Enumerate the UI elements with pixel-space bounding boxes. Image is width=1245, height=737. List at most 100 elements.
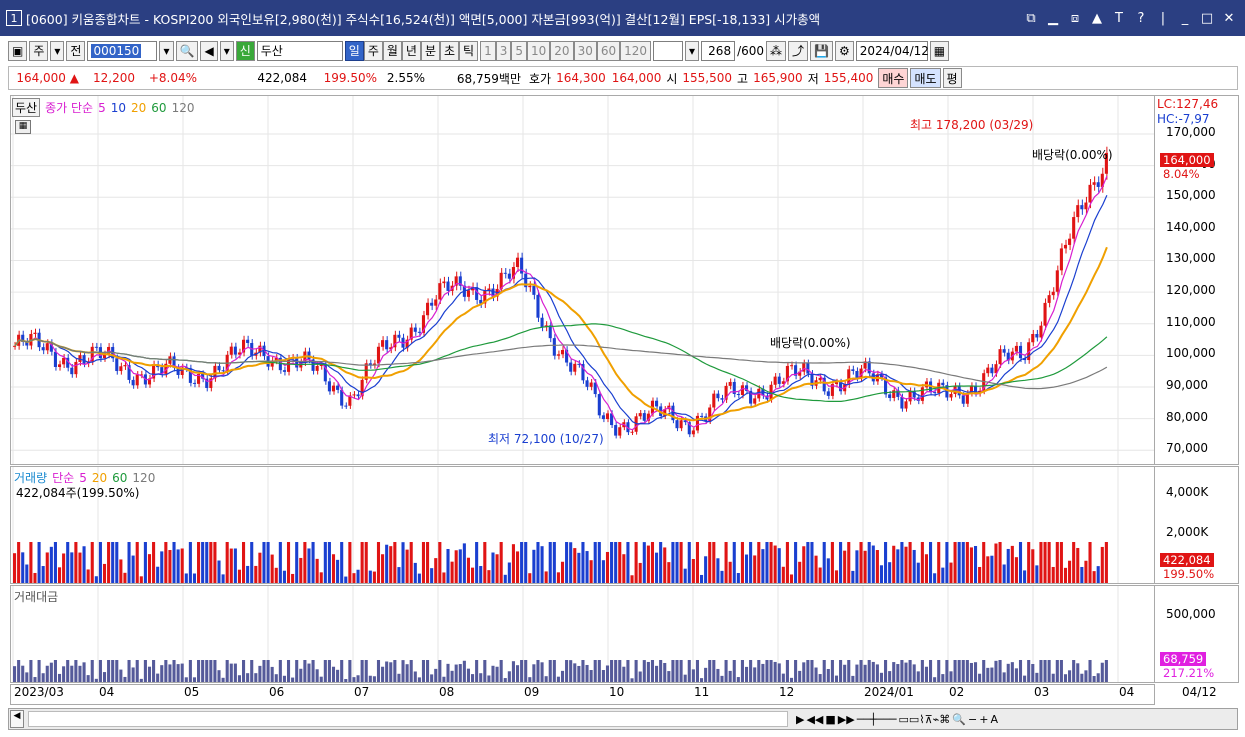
main-button[interactable]: 주 xyxy=(29,40,49,61)
tab-year[interactable]: 년 xyxy=(401,40,421,61)
legend-ma120[interactable]: 120 xyxy=(172,101,195,115)
maximize-icon[interactable]: □ xyxy=(1199,11,1215,26)
legend-ma60[interactable]: 60 xyxy=(151,101,166,115)
search-icon[interactable]: 🔍 xyxy=(175,40,199,61)
volume-pane[interactable] xyxy=(10,466,1155,584)
plus-icon[interactable]: + xyxy=(979,713,988,726)
amount-bar xyxy=(986,667,990,682)
scroll-thumb[interactable] xyxy=(28,711,788,727)
date-input[interactable]: 2024/04/12 xyxy=(855,40,929,61)
price-pane[interactable] xyxy=(10,95,1155,465)
interval-20[interactable]: 20 xyxy=(550,40,574,61)
amount-bar xyxy=(916,671,920,682)
scroll-left-icon[interactable]: ◀ xyxy=(10,710,24,728)
restore-doc-icon[interactable]: ⧈ xyxy=(1067,11,1083,26)
stock-name-field[interactable]: 두산 xyxy=(256,40,343,61)
legend-ma10[interactable]: 10 xyxy=(111,101,126,115)
amount-chart[interactable] xyxy=(11,586,1155,683)
volume-bar xyxy=(720,570,724,583)
interval-dropdown-icon[interactable]: ▾ xyxy=(685,40,700,61)
tab-day[interactable]: 일 xyxy=(344,40,364,61)
volume-ma20[interactable]: 20 xyxy=(92,471,107,485)
volume-ma120[interactable]: 120 xyxy=(132,471,155,485)
layout-icons[interactable]: ▭▭⌇⊼⌁⌘ xyxy=(898,713,950,726)
zoom-slider[interactable]: ──┼─── xyxy=(857,713,897,726)
gear-icon[interactable]: ⚙ xyxy=(835,40,854,61)
minus-icon[interactable]: − xyxy=(968,713,977,726)
indicator-icon[interactable]: ⁂ xyxy=(766,40,787,61)
volume-bar xyxy=(843,550,847,583)
candle xyxy=(736,394,740,396)
tab-week[interactable]: 주 xyxy=(363,40,383,61)
volume-bar xyxy=(773,545,777,583)
volume-bar xyxy=(973,545,978,583)
count-input[interactable]: 268 xyxy=(701,40,736,61)
rewind-icon[interactable]: ◀◀ xyxy=(806,713,823,726)
buy-button[interactable]: 매수 xyxy=(878,68,909,88)
trend-icon[interactable]: ⤴ xyxy=(788,40,809,61)
speaker-icon[interactable]: ◀ xyxy=(200,40,218,61)
pin-icon[interactable]: ▲ xyxy=(1089,11,1105,26)
tab-tick[interactable]: 틱 xyxy=(459,40,479,61)
volume-bar xyxy=(364,542,368,583)
stop-icon[interactable]: ■ xyxy=(825,713,835,726)
font-size-icon[interactable]: A xyxy=(990,713,998,726)
candle xyxy=(773,376,777,385)
scrollbar[interactable]: ◀ ▶ ◀◀ ■ ▶▶ ──┼─── ▭▭⌇⊼⌁⌘ 🔍 − + A xyxy=(8,708,1238,730)
interval-120[interactable]: 120 xyxy=(620,40,652,61)
volume-ma5[interactable]: 5 xyxy=(79,471,87,485)
legend-ma-label[interactable]: 종가 단순 xyxy=(45,99,93,116)
custom-interval-input[interactable] xyxy=(653,40,684,61)
interval-30[interactable]: 30 xyxy=(573,40,597,61)
amount-pane[interactable] xyxy=(10,585,1155,683)
tab-minute[interactable]: 분 xyxy=(420,40,440,61)
interval-1[interactable]: 1 xyxy=(480,40,496,61)
code-dropdown-icon[interactable]: ▾ xyxy=(159,40,174,61)
eval-button[interactable]: 평 xyxy=(942,68,962,88)
price-chart[interactable] xyxy=(11,96,1155,465)
price-legend: 두산 종가 단순 5 10 20 60 120 xyxy=(12,98,194,117)
prev-button[interactable]: 전 xyxy=(66,40,86,61)
dropdown-icon[interactable]: ▾ xyxy=(219,40,234,61)
amount-bar xyxy=(961,660,965,682)
legend-ma5[interactable]: 5 xyxy=(98,101,106,115)
volume-bar xyxy=(520,542,524,583)
save-icon[interactable]: 💾 xyxy=(810,40,833,61)
volume-bar xyxy=(847,542,851,583)
tab-second[interactable]: 초 xyxy=(440,40,460,61)
interval-5[interactable]: 5 xyxy=(511,40,528,61)
sell-button[interactable]: 매도 xyxy=(910,68,941,88)
minimize-doc-icon[interactable]: ▁ xyxy=(1045,11,1061,26)
volume-bar xyxy=(503,574,507,583)
stock-code-input[interactable]: 000150 xyxy=(87,40,158,61)
calendar-icon[interactable]: ▦ xyxy=(929,40,950,61)
grid-table-icon[interactable]: ▦ xyxy=(15,120,31,134)
play-icon[interactable]: ▶ xyxy=(796,713,804,726)
legend-stock[interactable]: 두산 xyxy=(12,98,41,117)
interval-10[interactable]: 10 xyxy=(527,40,551,61)
amount-bar xyxy=(1080,673,1084,682)
layout-icon[interactable]: ▣ xyxy=(8,40,28,61)
minimize-icon[interactable]: _ xyxy=(1177,11,1193,26)
volume-bar xyxy=(417,573,421,583)
volume-ma60[interactable]: 60 xyxy=(112,471,127,485)
zoom-icon[interactable]: 🔍 xyxy=(952,713,966,726)
link-icon[interactable]: ⧉ xyxy=(1023,11,1039,26)
candle xyxy=(716,393,720,399)
help-icon[interactable]: ? xyxy=(1133,11,1149,26)
close-icon[interactable]: ✕ xyxy=(1221,11,1237,26)
legend-ma20[interactable]: 20 xyxy=(131,101,146,115)
volume-bar xyxy=(286,542,291,583)
interval-60[interactable]: 60 xyxy=(596,40,621,61)
interval-3[interactable]: 3 xyxy=(495,40,512,61)
amount-bar xyxy=(622,666,626,682)
forward-icon[interactable]: ▶▶ xyxy=(838,713,855,726)
amount-title[interactable]: 거래대금 xyxy=(14,588,58,605)
dropdown-icon[interactable]: ▾ xyxy=(50,40,65,61)
tab-month[interactable]: 월 xyxy=(382,40,402,61)
volume-chart[interactable] xyxy=(11,467,1155,584)
amount-bar xyxy=(577,665,581,682)
amount-tag: 68,759 xyxy=(1160,652,1207,666)
font-icon[interactable]: T xyxy=(1111,11,1127,26)
volume-bar xyxy=(1010,545,1014,583)
